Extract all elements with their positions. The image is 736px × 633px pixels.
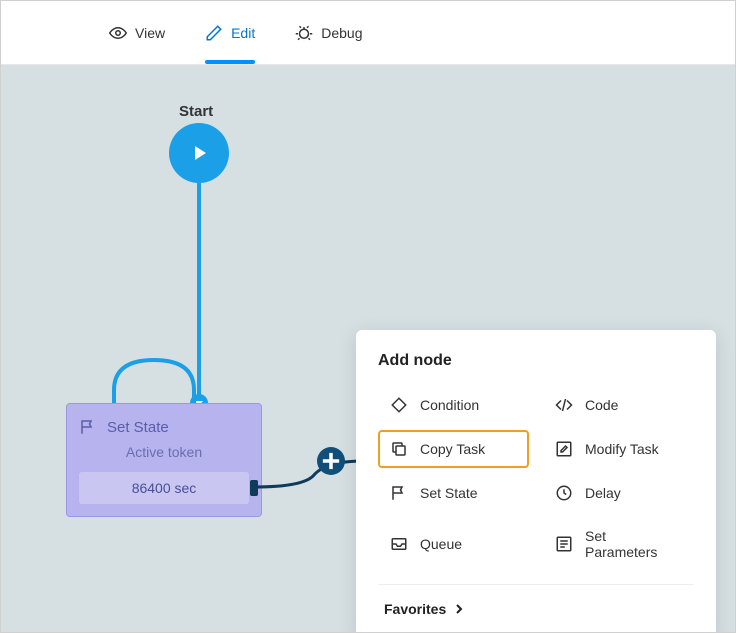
tab-debug[interactable]: Debug — [275, 1, 382, 64]
tab-edit[interactable]: Edit — [185, 1, 275, 64]
node-header: Set State — [79, 418, 249, 436]
edge-to-popover — [254, 457, 364, 497]
option-code[interactable]: Code — [543, 386, 694, 424]
plus-icon — [317, 447, 345, 475]
clock-icon — [555, 484, 573, 502]
tab-edit-label: Edit — [231, 25, 255, 41]
flag-icon — [390, 484, 408, 502]
list-box-icon — [555, 535, 573, 553]
diamond-icon — [390, 396, 408, 414]
node-title: Set State — [107, 419, 169, 436]
tab-view-label: View — [135, 25, 165, 41]
code-icon — [555, 396, 573, 414]
add-node-button[interactable] — [317, 447, 345, 475]
flow-canvas[interactable]: Start Set State Active token 86400 sec — [1, 65, 735, 632]
add-node-popover: Add node Condition Code Copy Task Modify… — [356, 330, 716, 633]
tab-view[interactable]: View — [89, 1, 185, 64]
bug-icon — [295, 24, 313, 42]
play-icon — [187, 141, 211, 165]
option-set-state[interactable]: Set State — [378, 474, 529, 512]
eye-icon — [109, 24, 127, 42]
flag-icon — [79, 418, 97, 436]
start-node[interactable] — [169, 123, 229, 183]
option-modify-task[interactable]: Modify Task — [543, 430, 694, 468]
node-type-grid: Condition Code Copy Task Modify Task Set… — [378, 386, 694, 570]
pencil-box-icon — [555, 440, 573, 458]
tab-debug-label: Debug — [321, 25, 362, 41]
mode-toolbar: View Edit Debug — [1, 1, 735, 65]
copy-icon — [390, 440, 408, 458]
popover-title: Add node — [378, 352, 694, 370]
node-set-state[interactable]: Set State Active token 86400 sec — [66, 403, 262, 517]
option-queue[interactable]: Queue — [378, 518, 529, 570]
option-delay[interactable]: Delay — [543, 474, 694, 512]
pencil-icon — [205, 24, 223, 42]
favorites-toggle[interactable]: Favorites — [378, 584, 694, 633]
chevron-right-icon — [454, 604, 464, 614]
node-value: 86400 sec — [79, 472, 249, 504]
start-label: Start — [179, 103, 213, 120]
option-copy-task[interactable]: Copy Task — [378, 430, 529, 468]
node-subtitle: Active token — [79, 444, 249, 460]
tray-icon — [390, 535, 408, 553]
option-condition[interactable]: Condition — [378, 386, 529, 424]
option-set-parameters[interactable]: Set Parameters — [543, 518, 694, 570]
